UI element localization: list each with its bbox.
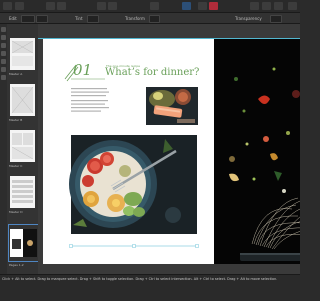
pages-icon[interactable] <box>46 2 55 10</box>
master-thumbnail[interactable] <box>10 176 35 208</box>
window-icon[interactable] <box>262 2 271 10</box>
view-mode-icon[interactable] <box>250 2 259 10</box>
frame-text-tool-icon[interactable] <box>1 43 6 48</box>
status-text: Click + Alt to select. Drag to marquee s… <box>2 277 278 281</box>
master-d-layout <box>12 180 33 203</box>
node-tool-icon[interactable] <box>1 35 6 40</box>
page-spread-thumbnail[interactable] <box>8 224 39 262</box>
layers-icon[interactable] <box>57 2 66 10</box>
context-label-transparency: Transparency <box>235 16 262 21</box>
zoom-tool-icon[interactable] <box>1 75 6 80</box>
context-select-2[interactable] <box>36 15 48 23</box>
context-menu-label[interactable]: Edit <box>9 16 17 21</box>
master-label: Master C <box>9 164 23 168</box>
right-page-photo <box>214 39 300 264</box>
rectangle-tool-icon[interactable] <box>1 59 6 64</box>
main-toolbar <box>0 0 300 13</box>
master-thumbnail[interactable] <box>10 130 35 162</box>
recipe-heading[interactable]: What’s for dinner? <box>105 68 199 78</box>
master-c-layout <box>11 133 34 160</box>
master-b-layout <box>11 86 34 114</box>
master-label: Master A <box>9 72 23 76</box>
settings-icon[interactable] <box>288 2 297 10</box>
align-icon[interactable] <box>150 2 159 10</box>
right-page <box>214 39 300 264</box>
persona-photo-icon[interactable] <box>198 2 207 10</box>
master-thumbnail[interactable] <box>10 38 35 70</box>
context-toolbar: Edit Tint Transform Transparency <box>0 13 300 24</box>
left-page: 01 The one-minute recipe What’s for dinn… <box>43 39 214 264</box>
snapping-icon[interactable] <box>97 2 106 10</box>
transform-field[interactable] <box>149 15 160 23</box>
tint-field[interactable] <box>87 15 99 23</box>
context-select-1[interactable] <box>21 15 35 23</box>
recipe-number[interactable]: 01 <box>73 63 92 78</box>
pages-panel: Master A Master B Master C Master D Page… <box>7 24 39 274</box>
preview-icon[interactable] <box>108 2 117 10</box>
menu-icon[interactable] <box>15 2 24 10</box>
context-label-transform: Transform <box>125 16 145 21</box>
persona-icon[interactable] <box>3 2 12 10</box>
master-label: Master B <box>9 118 23 122</box>
pages-label: Pages 1-2 <box>9 263 24 267</box>
help-icon[interactable] <box>274 2 283 10</box>
persona-publisher-icon[interactable] <box>182 2 191 10</box>
transparency-field[interactable] <box>270 15 282 23</box>
picture-frame-tool-icon[interactable] <box>1 67 6 72</box>
status-bar: Click + Alt to select. Drag to marquee s… <box>0 274 300 301</box>
master-a-layout <box>11 40 34 66</box>
persona-designer-icon[interactable] <box>209 2 218 10</box>
top-guide <box>38 38 300 39</box>
move-tool-icon[interactable] <box>1 27 6 32</box>
document-canvas[interactable]: 01 The one-minute recipe What’s for dinn… <box>38 24 300 274</box>
page-spread-preview <box>10 229 37 257</box>
context-label-tint: Tint <box>75 16 83 21</box>
pen-tool-icon[interactable] <box>1 51 6 56</box>
master-thumbnail[interactable] <box>10 84 35 116</box>
master-label: Master D <box>9 210 23 214</box>
